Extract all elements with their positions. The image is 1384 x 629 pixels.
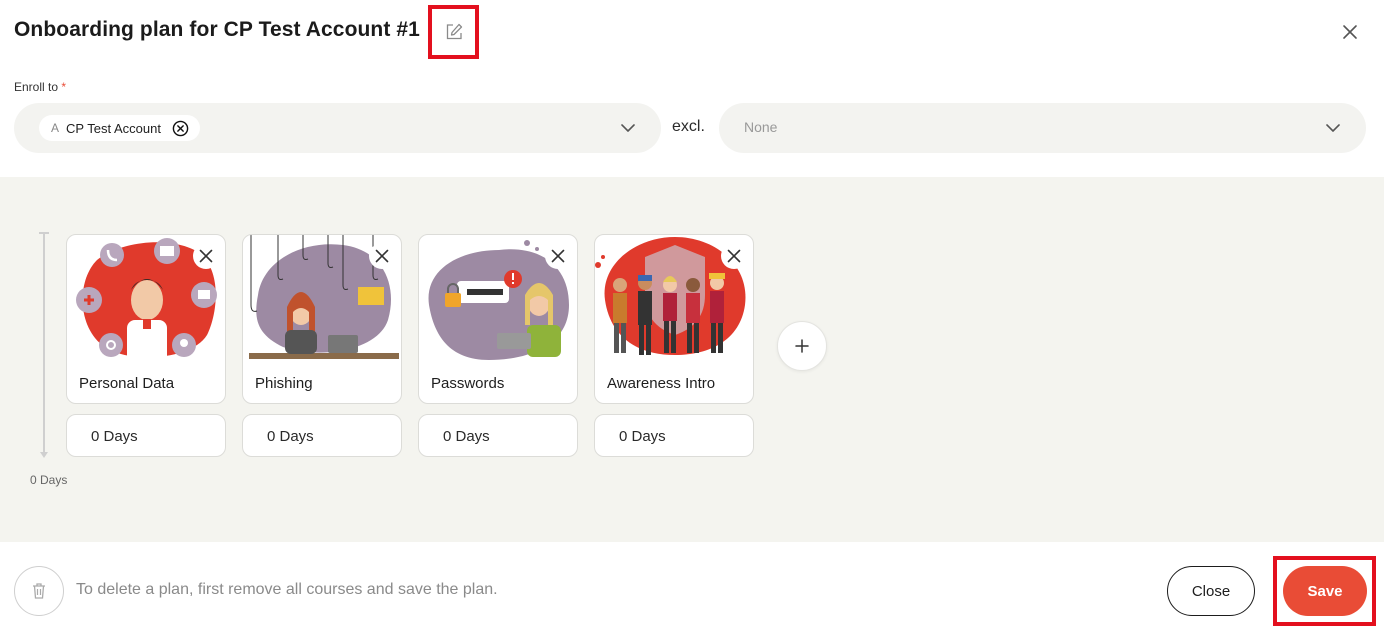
enroll-label: Enroll to *: [14, 80, 66, 94]
chip-label: CP Test Account: [66, 120, 161, 136]
remove-course-button[interactable]: [545, 243, 571, 269]
edit-icon: [446, 23, 462, 40]
close-button[interactable]: Close: [1167, 566, 1255, 616]
selected-account-chip: A CP Test Account: [39, 115, 200, 141]
course-card-phishing[interactable]: Phishing: [242, 234, 402, 404]
chevron-down-icon[interactable]: [1324, 119, 1342, 137]
chip-prefix: A: [51, 121, 60, 135]
close-icon: [375, 249, 389, 263]
close-icon: [551, 249, 565, 263]
page-title: Onboarding plan for CP Test Account #1: [14, 18, 420, 41]
enroll-label-text: Enroll to: [14, 80, 59, 94]
timeline-arrow-icon: [40, 452, 48, 458]
add-course-button[interactable]: [777, 321, 827, 371]
enroll-to-select[interactable]: A CP Test Account: [14, 103, 661, 153]
course-title: Personal Data: [79, 375, 175, 392]
close-icon: [199, 249, 213, 263]
delete-plan-button[interactable]: [14, 566, 64, 616]
save-button[interactable]: Save: [1283, 566, 1367, 616]
exclude-select[interactable]: None: [719, 103, 1366, 153]
chip-remove-button[interactable]: [172, 119, 190, 137]
course-card-awareness-intro[interactable]: Awareness Intro: [594, 234, 754, 404]
remove-course-button[interactable]: [369, 243, 395, 269]
course-title: Phishing: [255, 375, 313, 392]
timeline-label: 0 Days: [30, 473, 68, 487]
close-circle-icon: [173, 120, 189, 136]
course-title: Awareness Intro: [607, 375, 716, 392]
modal-header: Onboarding plan for CP Test Account #1: [0, 0, 1384, 64]
edit-title-button[interactable]: [428, 5, 479, 59]
course-days-input[interactable]: 0 Days: [594, 414, 754, 457]
timeline-line: [43, 234, 45, 456]
plus-icon: [795, 339, 809, 353]
close-icon: [1343, 25, 1357, 39]
course-days-input[interactable]: 0 Days: [418, 414, 578, 457]
course-card-passwords[interactable]: Passwords: [418, 234, 578, 404]
course-card-personal-data[interactable]: Personal Data: [66, 234, 226, 404]
chevron-down-icon[interactable]: [619, 119, 637, 137]
required-mark: *: [61, 80, 67, 94]
course-days-input[interactable]: 0 Days: [242, 414, 402, 457]
course-days-input[interactable]: 0 Days: [66, 414, 226, 457]
close-icon: [727, 249, 741, 263]
remove-course-button[interactable]: [721, 243, 747, 269]
trash-icon: [33, 583, 45, 599]
close-modal-button[interactable]: [1336, 18, 1364, 46]
course-title: Passwords: [431, 375, 505, 392]
exclude-label: excl.: [672, 118, 705, 135]
delete-plan-note: To delete a plan, first remove all cours…: [76, 581, 498, 598]
exclude-placeholder: None: [744, 119, 778, 135]
remove-course-button[interactable]: [193, 243, 219, 269]
